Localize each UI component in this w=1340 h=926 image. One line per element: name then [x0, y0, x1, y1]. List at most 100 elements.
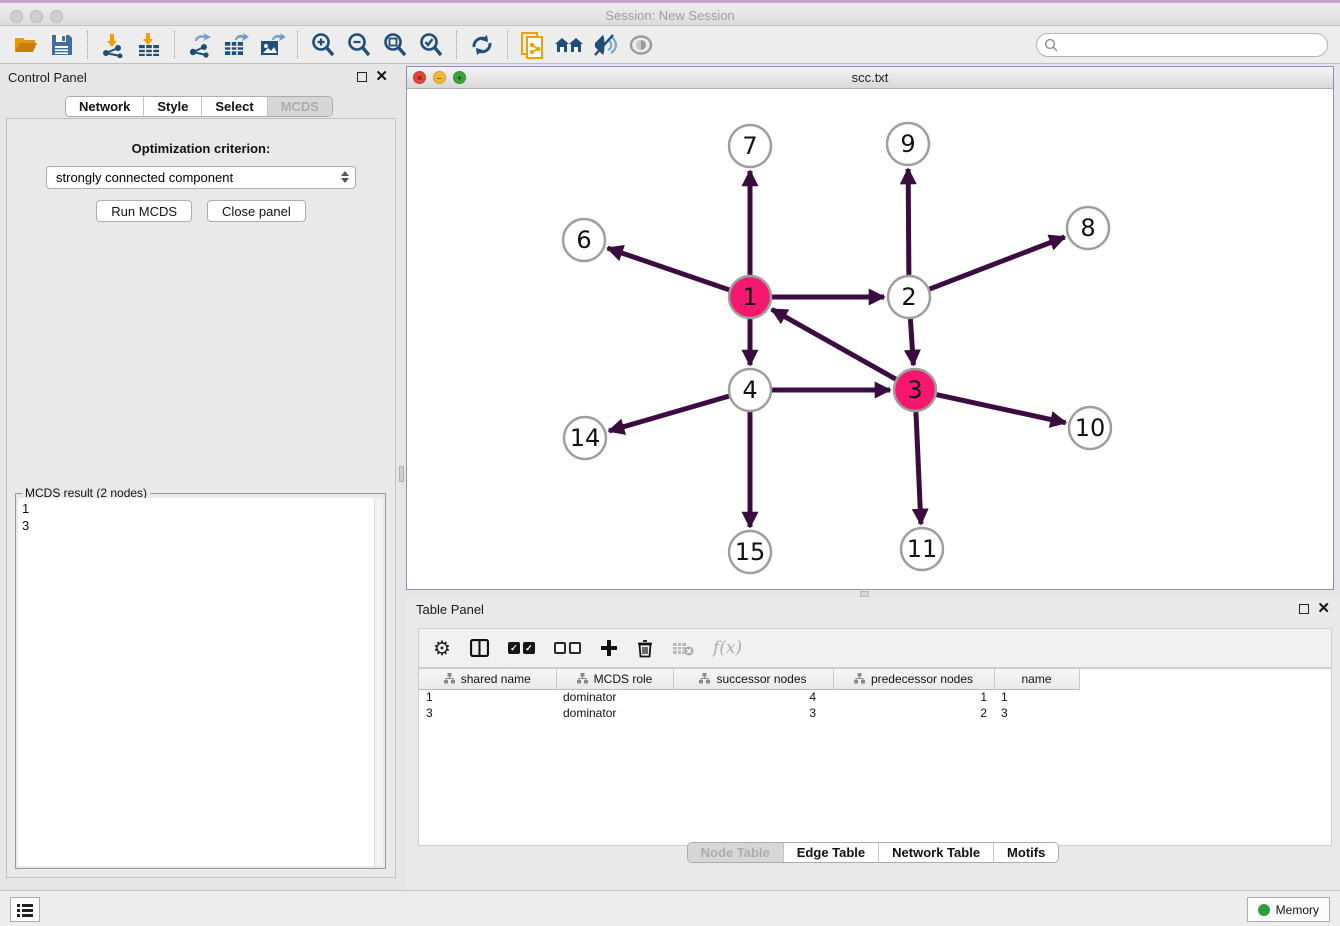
- first-neighbors-button[interactable]: [551, 29, 587, 61]
- network-graph-canvas[interactable]: 7 9 6 8 1 2 4 3 14 10 15 11: [407, 89, 1333, 589]
- deselect-all-checks-button[interactable]: [554, 642, 581, 654]
- status-bar: Memory: [0, 890, 1340, 926]
- import-network-button[interactable]: [95, 29, 131, 61]
- node-9[interactable]: 9: [887, 123, 929, 165]
- hierarchy-icon: [444, 673, 455, 684]
- zoom-fit-icon: [382, 32, 408, 58]
- node-2[interactable]: 2: [888, 276, 930, 318]
- add-row-button[interactable]: [600, 639, 618, 657]
- network-window-titlebar[interactable]: × – + scc.txt: [407, 67, 1333, 89]
- node-6[interactable]: 6: [563, 219, 605, 261]
- network-close-icon[interactable]: ×: [413, 71, 426, 84]
- column-header-predecessor-nodes[interactable]: predecessor nodes: [833, 669, 994, 689]
- result-scrollbar[interactable]: [374, 498, 383, 866]
- hierarchy-icon: [854, 673, 865, 684]
- edge-2-9[interactable]: [908, 169, 909, 276]
- edge-3-10[interactable]: [936, 394, 1066, 422]
- node-11[interactable]: 11: [901, 528, 943, 570]
- main-toolbar: [0, 26, 1340, 64]
- control-panel-float-icon[interactable]: [357, 72, 367, 82]
- delete-table-button[interactable]: [672, 641, 694, 656]
- run-mcds-button[interactable]: Run MCDS: [96, 200, 192, 222]
- node-8[interactable]: 8: [1067, 207, 1109, 249]
- refresh-icon: [470, 33, 494, 57]
- network-maximize-icon[interactable]: +: [453, 71, 466, 84]
- network-minimize-icon[interactable]: –: [433, 71, 446, 84]
- open-folder-icon: [13, 33, 39, 57]
- table-panel-float-icon[interactable]: [1299, 604, 1309, 614]
- edge-4-14[interactable]: [609, 396, 730, 431]
- column-header-shared-name[interactable]: shared name: [419, 669, 556, 689]
- export-table-button[interactable]: [218, 29, 254, 61]
- function-builder-button[interactable]: f(x): [713, 638, 742, 658]
- node-table[interactable]: shared nameMCDS rolesuccessor nodesprede…: [418, 668, 1332, 846]
- edge-2-3[interactable]: [910, 318, 913, 365]
- mcds-result-list[interactable]: 1 3: [18, 498, 374, 866]
- apply-layout-button[interactable]: [464, 29, 500, 61]
- network-view-window: × – + scc.txt 7 9 6 8 1 2 4 3 14 10 15 11: [406, 66, 1334, 590]
- tab-network[interactable]: Network: [66, 97, 144, 116]
- svg-text:1: 1: [742, 283, 757, 311]
- task-history-button[interactable]: [10, 897, 40, 922]
- table-row[interactable]: 3dominator323: [419, 705, 1079, 721]
- column-header-MCDS-role[interactable]: MCDS role: [556, 669, 673, 689]
- table-panel-title: Table Panel: [416, 602, 484, 617]
- zoom-fit-button[interactable]: [377, 29, 413, 61]
- edge-1-6[interactable]: [608, 248, 730, 290]
- column-settings-button[interactable]: ⚙: [433, 636, 451, 661]
- save-session-button[interactable]: [44, 29, 80, 61]
- search-icon: [1044, 38, 1058, 52]
- checked-box-icon: ✓: [523, 642, 535, 654]
- tab-select[interactable]: Select: [202, 97, 267, 116]
- close-panel-button[interactable]: Close panel: [207, 200, 306, 222]
- node-14[interactable]: 14: [564, 417, 606, 459]
- edge-3-1[interactable]: [772, 309, 897, 379]
- zoom-in-button[interactable]: [305, 29, 341, 61]
- export-network-button[interactable]: [182, 29, 218, 61]
- select-all-checks-button[interactable]: ✓ ✓: [508, 642, 535, 654]
- memory-button[interactable]: Memory: [1247, 897, 1330, 922]
- window-title: Session: New Session: [0, 8, 1340, 23]
- node-10[interactable]: 10: [1069, 407, 1111, 449]
- export-table-icon: [223, 32, 249, 58]
- tab-node-table[interactable]: Node Table: [688, 843, 784, 862]
- tab-motifs[interactable]: Motifs: [994, 843, 1058, 862]
- delete-row-button[interactable]: [637, 639, 653, 658]
- node-1[interactable]: 1: [729, 276, 771, 318]
- network-window-title: scc.txt: [852, 70, 889, 85]
- horizontal-splitter-grip[interactable]: [860, 591, 869, 597]
- column-header-successor-nodes[interactable]: successor nodes: [673, 669, 833, 689]
- zoom-out-button[interactable]: [341, 29, 377, 61]
- svg-text:10: 10: [1075, 414, 1106, 442]
- node-3[interactable]: 3: [894, 369, 936, 411]
- mcds-result-box: MCDS result (2 nodes) 1 3: [15, 493, 386, 869]
- zoom-selected-icon: [418, 32, 444, 58]
- table-row[interactable]: 1dominator411: [419, 689, 1079, 705]
- table-panel-close-icon[interactable]: ✕: [1317, 604, 1330, 614]
- svg-text:8: 8: [1080, 214, 1095, 242]
- import-table-button[interactable]: [131, 29, 167, 61]
- criterion-dropdown[interactable]: strongly connected component: [46, 166, 356, 189]
- toolbar-separator: [87, 31, 88, 59]
- show-all-button[interactable]: [623, 29, 659, 61]
- node-4[interactable]: 4: [729, 369, 771, 411]
- column-header-name[interactable]: name: [994, 669, 1079, 689]
- hide-selected-button[interactable]: [587, 29, 623, 61]
- control-panel-close-icon[interactable]: ✕: [375, 72, 388, 82]
- search-input[interactable]: [1036, 33, 1328, 57]
- edge-2-8[interactable]: [929, 237, 1065, 289]
- export-image-button[interactable]: [254, 29, 290, 61]
- import-network-icon: [100, 32, 126, 58]
- new-network-from-selection-button[interactable]: [515, 29, 551, 61]
- node-15[interactable]: 15: [729, 531, 771, 573]
- node-7[interactable]: 7: [729, 125, 771, 167]
- tab-mcds[interactable]: MCDS: [268, 97, 332, 116]
- open-session-button[interactable]: [8, 29, 44, 61]
- zoom-selected-button[interactable]: [413, 29, 449, 61]
- tab-edge-table[interactable]: Edge Table: [784, 843, 879, 862]
- vertical-splitter[interactable]: [398, 66, 406, 888]
- tab-network-table[interactable]: Network Table: [879, 843, 994, 862]
- tab-style[interactable]: Style: [144, 97, 202, 116]
- column-layout-button[interactable]: [470, 639, 489, 657]
- edge-3-11[interactable]: [916, 411, 921, 524]
